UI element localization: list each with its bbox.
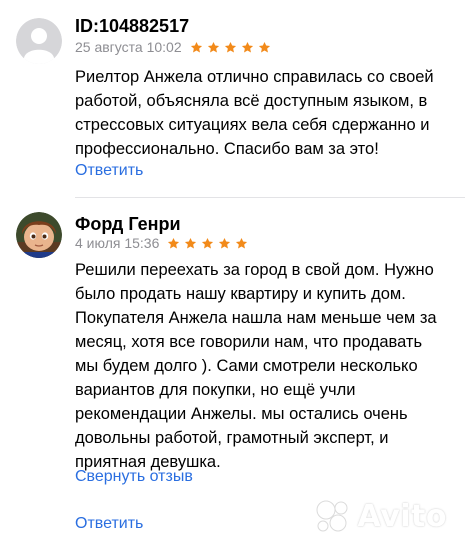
review-text-line: стрессовых ситуациях вела себя сдержанно… — [75, 116, 430, 134]
review-author: ID:104882517 — [75, 16, 190, 36]
avito-logo-icon — [316, 500, 348, 532]
photo-avatar-icon — [16, 212, 62, 258]
review-text: Риелтор Анжела отлично справилась со сво… — [75, 65, 453, 161]
review-date: 4 июля 15:36 — [75, 235, 160, 251]
review-text-line: профессионально. Спасибо вам за это! — [75, 140, 379, 158]
review-text-line: Решили переехать за город в свой дом. Ну… — [75, 261, 434, 279]
review-text-line: месяц, хотя все говорили нам, что продав… — [75, 333, 423, 351]
star-icon — [224, 41, 236, 52]
rating-stars — [167, 237, 248, 250]
star-icon — [207, 41, 219, 52]
review-text-line: было продать нашу квартиру и купить дом. — [75, 285, 406, 303]
reply-link[interactable]: Ответить — [75, 162, 143, 180]
review-author: Форд Генри — [75, 214, 181, 234]
star-icon — [185, 237, 197, 248]
review-text-line: работой, объясняла всё доступным языком,… — [75, 92, 428, 110]
review-text-line: Риелтор Анжела отлично справилась со сво… — [75, 68, 434, 86]
rating-stars — [190, 41, 271, 54]
avito-watermark: Avito — [314, 497, 447, 535]
review-text-line: Покупателя Анжела нашла нам меньше чем з… — [75, 309, 437, 327]
star-icon — [219, 237, 231, 248]
default-user-avatar-icon — [16, 18, 62, 64]
review-text-line: рекомендации Анжелы. мы остались очень — [75, 405, 408, 423]
watermark-text: Avito — [357, 498, 447, 534]
star-icon — [241, 41, 253, 52]
star-icon — [258, 41, 270, 52]
divider — [75, 197, 465, 198]
review-text-line: вариантов для покупки, но ещё учли — [75, 381, 356, 399]
review-date: 25 августа 10:02 — [75, 39, 182, 55]
review-text-line: довольны работой, грамотный эксперт, и — [75, 429, 389, 447]
reply-link[interactable]: Ответить — [75, 515, 143, 533]
collapse-review-link[interactable]: Свернуть отзыв — [75, 468, 193, 486]
star-icon — [236, 237, 248, 248]
star-icon — [168, 237, 180, 248]
star-icon — [202, 237, 214, 248]
review-meta: 25 августа 10:02 — [75, 39, 271, 55]
star-icon — [190, 41, 202, 52]
review-meta: 4 июля 15:36 — [75, 235, 248, 251]
review-text: Решили переехать за город в свой дом. Ну… — [75, 258, 453, 474]
review-text-line: мы будем долго ). Сами смотрели нескольк… — [75, 357, 418, 375]
